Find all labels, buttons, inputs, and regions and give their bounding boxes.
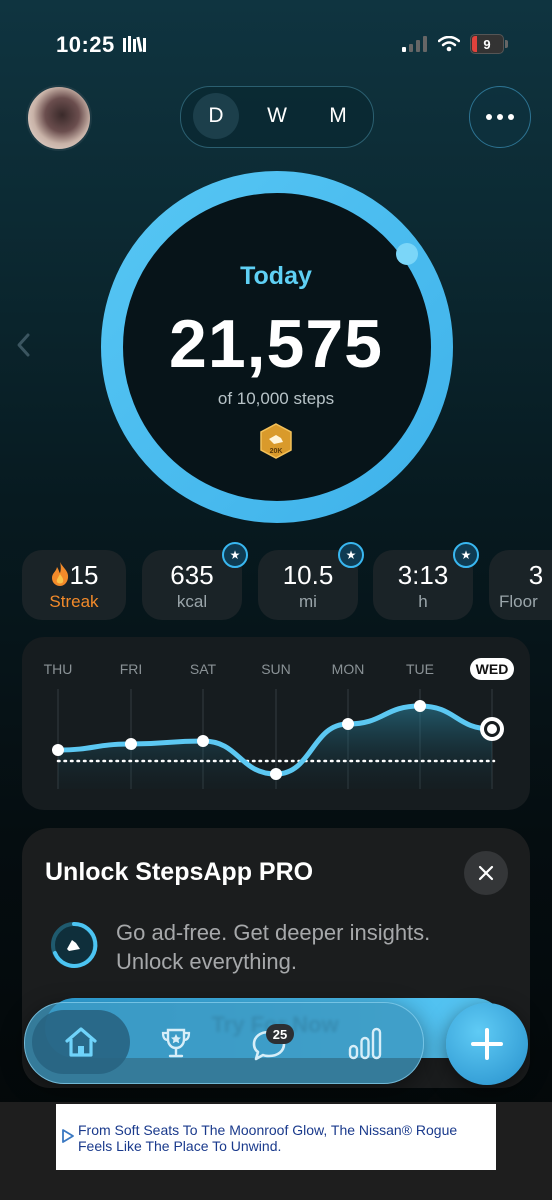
stat-card-streak[interactable]: 15 Streak [22, 550, 126, 620]
step-count: 21,575 [169, 306, 383, 382]
day-point-sat[interactable] [197, 735, 209, 747]
more-dot-icon [508, 114, 514, 120]
calories-label: kcal [176, 592, 208, 611]
day-label-sun[interactable]: SUN [261, 661, 291, 677]
achievement-badge[interactable]: 20K [257, 422, 295, 460]
period-day-button[interactable]: D [193, 93, 239, 139]
flame-icon [51, 562, 68, 586]
duration-value: 3:13 [397, 560, 449, 590]
ad-choices-icon[interactable] [60, 1128, 76, 1144]
day-label-tue[interactable]: TUE [406, 661, 434, 677]
plus-icon [471, 1028, 503, 1060]
stat-card-distance[interactable]: ★ 10.5 mi [258, 542, 364, 620]
close-button[interactable] [464, 851, 508, 895]
battery-indicator: 9 [470, 34, 508, 54]
status-time: 10:25 [56, 32, 115, 57]
more-options-button[interactable] [469, 86, 531, 148]
pro-progress-icon [51, 921, 98, 968]
day-label-fri[interactable]: FRI [120, 661, 143, 677]
week-step-chart[interactable]: THU FRI SAT SUN MON TUE WED [22, 637, 530, 810]
day-point-tue[interactable] [414, 700, 426, 712]
day-point-sun[interactable] [270, 768, 282, 780]
calories-value: 635 [170, 560, 214, 590]
period-label: Today [240, 262, 312, 290]
add-button[interactable] [446, 1003, 528, 1085]
wifi-icon [438, 36, 460, 52]
trophy-icon[interactable] [157, 1024, 195, 1062]
close-icon [478, 865, 494, 881]
status-indicators: 9 [402, 34, 508, 54]
streak-value-row: 15 [22, 560, 126, 591]
floors-label: Floor [499, 592, 538, 611]
distance-value: 10.5 [282, 560, 334, 590]
chat-unread-badge: 25 [266, 1024, 294, 1044]
period-month-button[interactable]: M [315, 93, 361, 139]
ring-progress-cap [396, 243, 418, 265]
day-label-thu[interactable]: THU [44, 661, 73, 677]
cellular-signal-icon [402, 36, 427, 52]
day-label-wed[interactable]: WED [476, 661, 509, 677]
streak-value: 15 [69, 560, 99, 590]
home-icon[interactable] [62, 1023, 100, 1061]
focus-library-icon [123, 36, 146, 53]
period-week-button[interactable]: W [254, 93, 300, 139]
ad-text: From Soft Seats To The Moonroof Glow, Th… [78, 1122, 458, 1154]
stat-card-duration[interactable]: ★ 3:13 h [373, 542, 479, 620]
period-selector: D W M [180, 86, 374, 148]
promo-title: Unlock StepsApp PRO [45, 858, 314, 886]
day-point-fri[interactable] [125, 738, 137, 750]
day-label-mon[interactable]: MON [332, 661, 365, 677]
day-point-mon[interactable] [342, 718, 354, 730]
more-dot-icon [497, 114, 503, 120]
day-label-sat[interactable]: SAT [190, 661, 217, 677]
day-point-wed[interactable] [487, 724, 497, 734]
distance-label: mi [299, 592, 317, 611]
streak-label: Streak [49, 592, 99, 611]
duration-label: h [418, 592, 428, 611]
badge-label: 20K [270, 448, 283, 455]
day-point-thu[interactable] [52, 744, 64, 756]
stat-card-floors[interactable]: 3 Floor [489, 550, 552, 620]
floors-value: 3 [528, 560, 544, 590]
more-dot-icon [486, 114, 492, 120]
stats-icon[interactable] [346, 1024, 384, 1062]
battery-level: 9 [483, 36, 491, 52]
stat-card-calories[interactable]: ★ 635 kcal [142, 542, 248, 620]
promo-description: Go ad-free. Get deeper insights. Unlock … [116, 920, 431, 974]
previous-day-chevron-icon[interactable] [12, 330, 36, 360]
avatar[interactable] [26, 85, 92, 151]
step-goal: of 10,000 steps [217, 389, 335, 408]
